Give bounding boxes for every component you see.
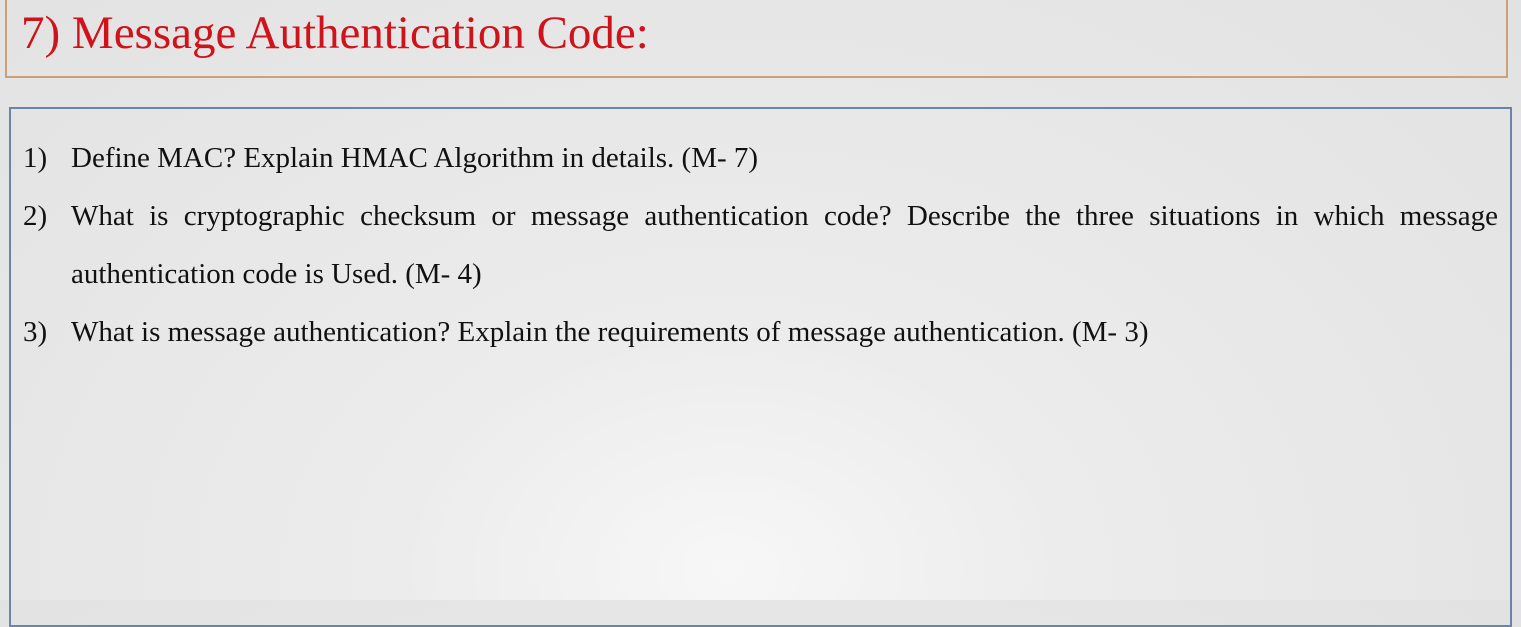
title-box: 7) Message Authentication Code: (5, 0, 1508, 78)
question-number: 3) (23, 316, 48, 348)
question-item: 3) What is message authentication? Expla… (23, 303, 1498, 361)
questions-box: 1) Define MAC? Explain HMAC Algorithm in… (9, 107, 1512, 627)
question-number: 1) (23, 142, 48, 174)
question-text: What is message authentication? Explain … (71, 316, 1149, 348)
question-text: What is cryptographic checksum or messag… (71, 200, 1498, 290)
question-number: 2) (23, 200, 48, 232)
question-list: 1) Define MAC? Explain HMAC Algorithm in… (23, 129, 1498, 361)
question-item: 1) Define MAC? Explain HMAC Algorithm in… (23, 129, 1498, 187)
question-text: Define MAC? Explain HMAC Algorithm in de… (71, 142, 759, 174)
question-item: 2) What is cryptographic checksum or mes… (23, 187, 1498, 303)
slide-title: 7) Message Authentication Code: (21, 7, 649, 59)
